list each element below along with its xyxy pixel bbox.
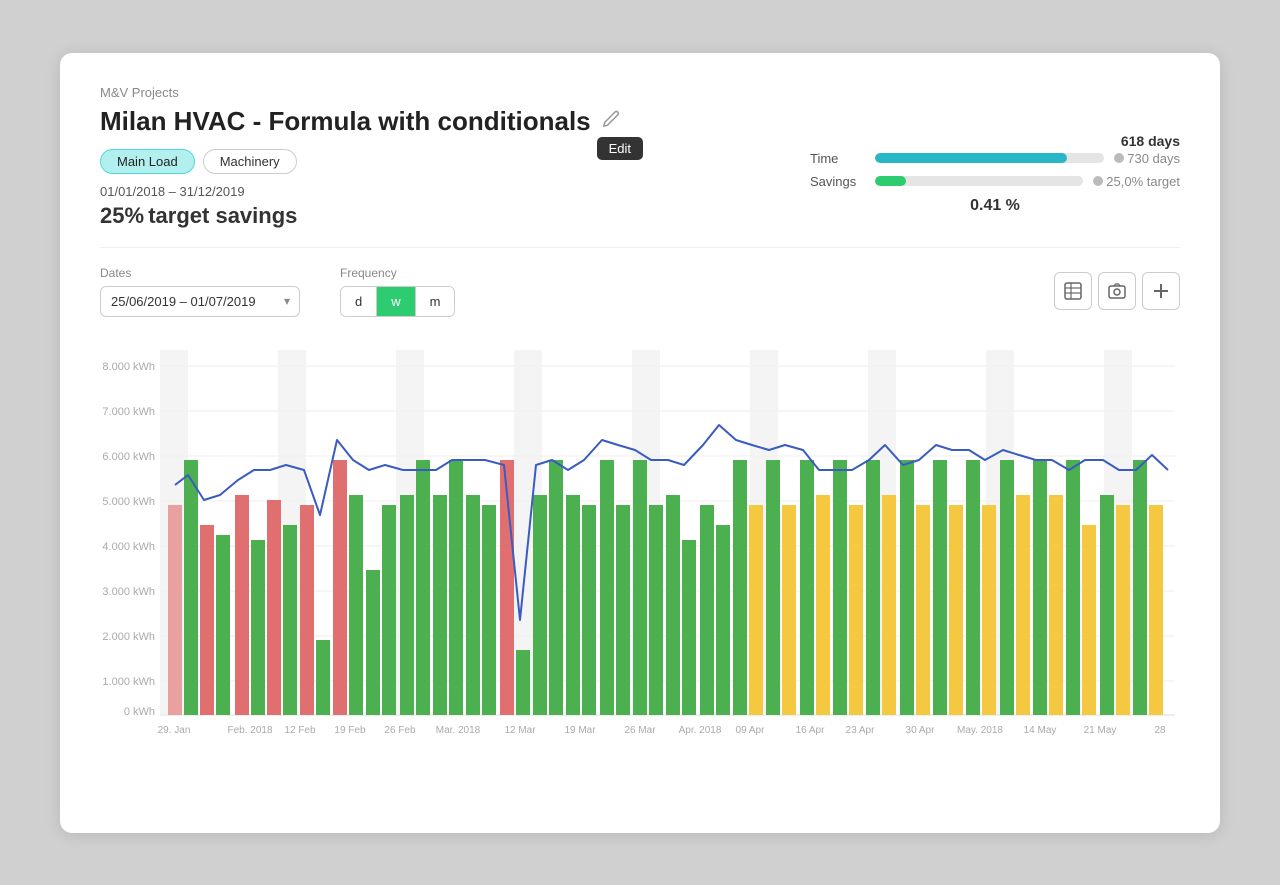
edit-icon-button[interactable]: Edit: [601, 109, 621, 134]
pencil-icon: [601, 109, 621, 129]
tab-main-load[interactable]: Main Load: [100, 149, 195, 174]
svg-text:12 Mar: 12 Mar: [504, 725, 536, 735]
svg-text:14 May: 14 May: [1024, 725, 1057, 735]
chart-action-buttons: [1054, 272, 1180, 310]
svg-text:May. 2018: May. 2018: [957, 725, 1003, 735]
svg-text:2.000 kWh: 2.000 kWh: [102, 631, 155, 643]
svg-text:0 kWh: 0 kWh: [124, 706, 155, 718]
savings-big-value: 0.41 %: [810, 197, 1180, 215]
freq-btn-d[interactable]: d: [341, 287, 377, 316]
savings-progress-bg: [875, 176, 1083, 186]
dates-control: Dates 25/06/2019 – 01/07/2019: [100, 266, 300, 317]
freq-btn-m[interactable]: m: [416, 287, 455, 316]
frequency-label: Frequency: [340, 266, 455, 280]
svg-text:26 Feb: 26 Feb: [384, 725, 416, 735]
frequency-control: Frequency d w m: [340, 266, 455, 317]
savings-label: Savings: [810, 174, 865, 189]
svg-text:30 Apr: 30 Apr: [906, 725, 936, 735]
breadcrumb: M&V Projects: [100, 85, 1180, 100]
time-progress-bg: [875, 153, 1104, 163]
add-button[interactable]: [1142, 272, 1180, 310]
target-savings-label: target savings: [148, 203, 297, 228]
svg-text:5.000 kWh: 5.000 kWh: [102, 496, 155, 508]
plus-icon: [1152, 282, 1170, 300]
svg-text:09 Apr: 09 Apr: [736, 725, 766, 735]
screenshot-button[interactable]: [1098, 272, 1136, 310]
time-value: 618 days: [810, 133, 1180, 149]
freq-btn-w[interactable]: w: [377, 287, 415, 316]
target-savings-pct: 25%: [100, 203, 144, 228]
svg-text:Apr. 2018: Apr. 2018: [679, 725, 722, 735]
main-chart: 8.000 kWh 7.000 kWh 6.000 kWh 5.000 kWh …: [100, 335, 1180, 735]
frequency-buttons: d w m: [340, 286, 455, 317]
svg-text:19 Feb: 19 Feb: [334, 725, 366, 735]
page-title: Milan HVAC - Formula with conditionals: [100, 106, 591, 137]
date-select-wrapper[interactable]: 25/06/2019 – 01/07/2019: [100, 286, 300, 317]
time-row: Time 730 days: [810, 151, 1180, 166]
tab-machinery[interactable]: Machinery: [203, 149, 297, 174]
svg-text:7.000 kWh: 7.000 kWh: [102, 406, 155, 418]
savings-target: 25,0% target: [1093, 174, 1180, 189]
chart-area: 8.000 kWh 7.000 kWh 6.000 kWh 5.000 kWh …: [100, 335, 1180, 735]
controls-row: Dates 25/06/2019 – 01/07/2019 Frequency …: [100, 266, 1180, 317]
main-card: M&V Projects Milan HVAC - Formula with c…: [60, 53, 1220, 833]
dot-icon: [1114, 153, 1124, 163]
time-label: Time: [810, 151, 865, 166]
table-icon: [1064, 282, 1082, 300]
svg-text:16 Apr: 16 Apr: [796, 725, 826, 735]
savings-progress-fill: [875, 176, 906, 186]
svg-text:4.000 kWh: 4.000 kWh: [102, 541, 155, 553]
svg-text:29. Jan: 29. Jan: [158, 725, 191, 735]
svg-text:6.000 kWh: 6.000 kWh: [102, 451, 155, 463]
dates-label: Dates: [100, 266, 300, 280]
time-progress-fill: [875, 153, 1067, 163]
dot-icon-savings: [1093, 176, 1103, 186]
date-select[interactable]: 25/06/2019 – 01/07/2019: [100, 286, 300, 317]
data-export-button[interactable]: [1054, 272, 1092, 310]
svg-text:Mar. 2018: Mar. 2018: [436, 725, 481, 735]
svg-text:12 Feb: 12 Feb: [284, 725, 316, 735]
svg-text:3.000 kWh: 3.000 kWh: [102, 586, 155, 598]
edit-tooltip: Edit: [597, 137, 643, 160]
time-total: 730 days: [1114, 151, 1180, 166]
svg-text:28: 28: [1154, 725, 1166, 735]
svg-text:26 Mar: 26 Mar: [624, 725, 656, 735]
svg-text:Feb. 2018: Feb. 2018: [227, 725, 272, 735]
camera-icon: [1108, 282, 1126, 300]
svg-text:21 May: 21 May: [1084, 725, 1117, 735]
svg-text:23 Apr: 23 Apr: [846, 725, 876, 735]
svg-text:8.000 kWh: 8.000 kWh: [102, 361, 155, 373]
svg-text:1.000 kWh: 1.000 kWh: [102, 676, 155, 688]
summary-section: 618 days Time 730 days Savings 25,0% tar…: [810, 133, 1180, 215]
svg-text:19 Mar: 19 Mar: [564, 725, 596, 735]
divider: [100, 247, 1180, 248]
savings-row: Savings 25,0% target: [810, 174, 1180, 189]
